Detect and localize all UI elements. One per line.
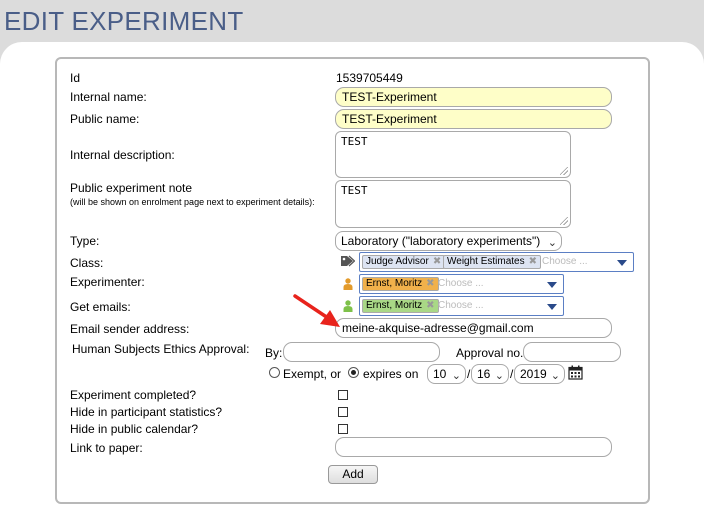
resize-handle-icon[interactable] [560,167,568,175]
chevron-down-icon: ⌄ [550,370,560,382]
expiry-day-select[interactable]: 16 ⌄ [471,364,509,384]
chevron-down-icon: ⌄ [547,237,557,249]
type-select[interactable]: Laboratory ("laboratory experiments") ⌄ [335,231,562,251]
approval-number-label: Approval no. [456,346,524,360]
class-placeholder: Choose ... [542,256,588,267]
caret-down-icon [617,260,627,266]
class-tag[interactable]: Weight Estimates ✖ [443,255,542,269]
caret-down-icon [547,282,557,288]
expiry-day-value: 16 [477,367,491,381]
expires-radio[interactable] [348,367,359,378]
approval-number-input[interactable] [523,342,621,362]
ethics-approval-label: Human Subjects Ethics Approval: [72,342,250,356]
remove-tag-icon[interactable]: ✖ [426,300,434,311]
id-value: 1539705449 [336,71,403,85]
experimenter-tag-label: Ernst, Moritz [366,278,423,289]
class-tag[interactable]: Judge Advisor ✖ [362,255,446,269]
experiment-completed-checkbox[interactable] [338,390,348,400]
get-emails-tag-label: Ernst, Moritz [366,300,423,311]
class-tag-label: Weight Estimates [447,256,525,267]
expiry-month-select[interactable]: 10 ⌄ [427,364,466,384]
experiment-completed-label: Experiment completed? [70,388,197,402]
class-tag-label: Judge Advisor [366,256,429,267]
calendar-icon[interactable] [568,365,583,380]
person-icon [343,300,353,312]
public-note-textarea[interactable]: TEST [335,180,571,228]
internal-description-textarea[interactable]: TEST [335,131,571,178]
date-separator: / [467,367,471,381]
class-multiselect[interactable]: Judge Advisor ✖ Weight Estimates ✖ Choose … [359,252,634,272]
expiry-year-value: 2019 [520,367,547,381]
get-emails-label: Get emails: [70,300,131,314]
ethics-by-label: By: [265,346,283,360]
experimenter-placeholder: Choose ... [438,278,484,289]
remove-tag-icon[interactable]: ✖ [433,256,441,267]
expiry-year-select[interactable]: 2019 ⌄ [514,364,565,384]
chevron-down-icon: ⌄ [451,370,461,382]
public-note-text: TEST [341,184,368,197]
expires-label: expires on [363,367,419,381]
ethics-by-input[interactable] [283,342,440,362]
experimenter-multiselect[interactable]: Ernst, Moritz ✖ Choose ... [359,274,564,294]
chevron-down-icon: ⌄ [494,370,504,382]
internal-description-label: Internal description: [70,148,175,162]
hide-stats-checkbox[interactable] [338,407,348,417]
type-label: Type: [70,234,100,248]
experimenter-tag[interactable]: Ernst, Moritz ✖ [362,277,439,291]
person-icon [343,278,353,290]
public-name-input[interactable]: TEST-Experiment [335,109,612,129]
hide-calendar-label: Hide in public calendar? [70,422,199,436]
caret-down-icon [547,304,557,310]
internal-name-label: Internal name: [70,90,147,104]
internal-description-text: TEST [341,135,368,148]
exempt-radio[interactable] [269,367,280,378]
date-separator: / [510,367,514,381]
resize-handle-icon[interactable] [560,217,568,225]
hide-stats-label: Hide in participant statistics? [70,405,223,419]
exempt-label: Exempt, or [283,367,342,381]
public-note-label: Public experiment note [70,181,193,195]
experimenter-label: Experimenter: [70,275,145,289]
type-select-value: Laboratory ("laboratory experiments") [341,234,541,248]
remove-tag-icon[interactable]: ✖ [426,278,434,289]
link-to-paper-input[interactable] [335,437,612,457]
add-button[interactable]: Add [328,465,378,484]
public-note-sublabel: (will be shown on enrolment page next to… [70,197,315,207]
hide-calendar-checkbox[interactable] [338,424,348,434]
class-label: Class: [70,256,104,270]
tag-icon [341,255,355,267]
get-emails-tag[interactable]: Ernst, Moritz ✖ [362,299,439,313]
email-sender-input[interactable]: meine-akquise-adresse@gmail.com [335,318,612,338]
annotation-arrow-icon [293,294,340,327]
id-label: Id [70,71,81,85]
public-name-label: Public name: [70,112,140,126]
expiry-month-value: 10 [433,367,447,381]
remove-tag-icon[interactable]: ✖ [529,256,537,267]
email-sender-label: Email sender address: [70,322,190,336]
page-title: EDIT EXPERIMENT [4,6,244,36]
get-emails-multiselect[interactable]: Ernst, Moritz ✖ Choose ... [359,296,564,316]
link-to-paper-label: Link to paper: [70,441,143,455]
get-emails-placeholder: Choose ... [438,300,484,311]
internal-name-input[interactable]: TEST-Experiment [335,87,612,107]
